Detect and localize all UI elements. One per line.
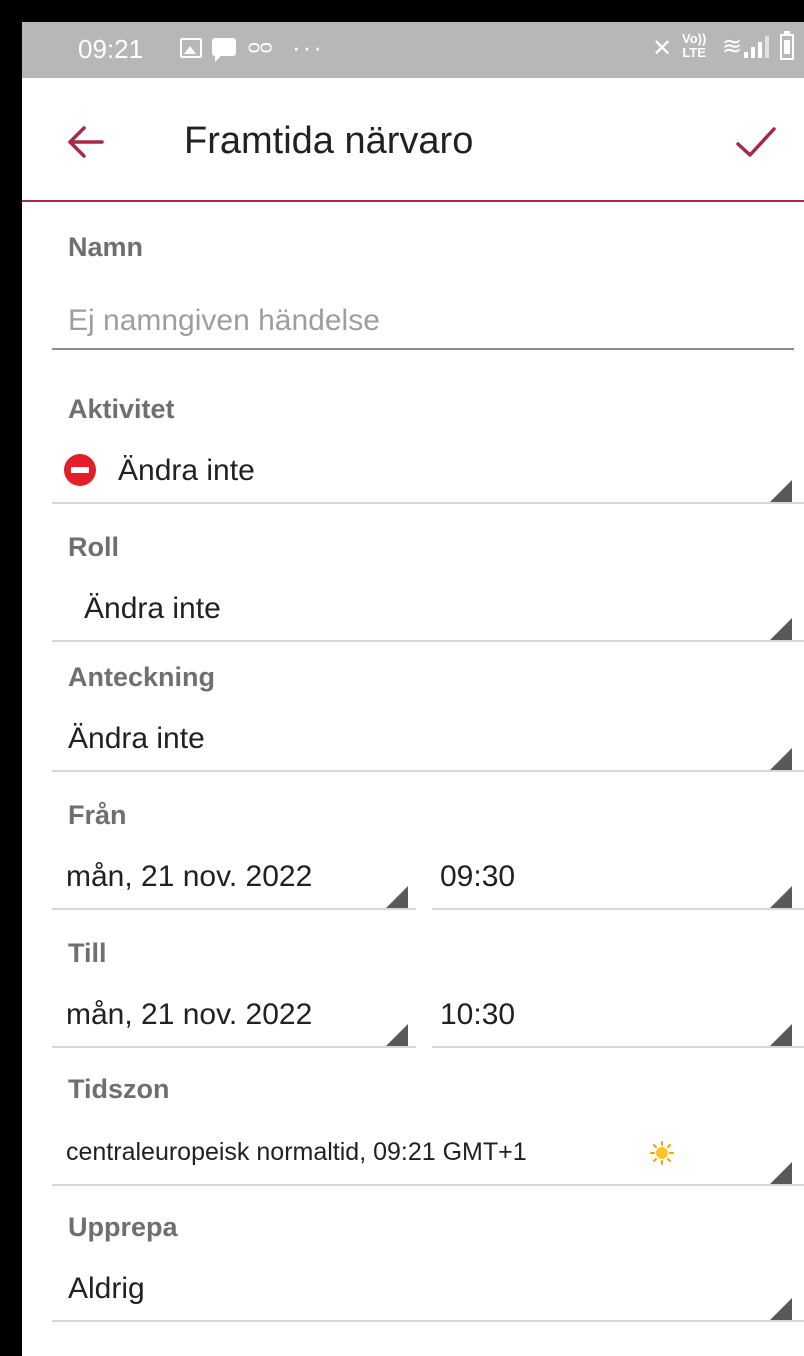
note-value: Ändra inte: [68, 722, 205, 755]
back-button[interactable]: [66, 122, 106, 162]
activity-dropdown-arrow-icon: [770, 480, 792, 502]
from-time-value: 09:30: [440, 860, 516, 893]
from-date-arrow-icon: [386, 886, 408, 908]
timezone-dropdown-arrow-icon: [770, 1162, 792, 1184]
name-placeholder: Ej namngiven händelse: [68, 304, 380, 337]
to-date-arrow-icon: [386, 1024, 408, 1046]
to-time-value: 10:30: [440, 998, 516, 1031]
timezone-label: Tidszon: [68, 1074, 170, 1104]
activity-value: Ändra inte: [118, 454, 255, 487]
from-time-arrow-icon: [770, 886, 792, 908]
chat-icon: [212, 38, 236, 62]
sun-icon: [650, 1141, 674, 1165]
timezone-underline: [52, 1184, 804, 1186]
page-title: Framtida närvaro: [184, 120, 474, 162]
repeat-underline: [52, 1320, 804, 1322]
from-date-value: mån, 21 nov. 2022: [66, 860, 313, 893]
name-label: Namn: [68, 232, 144, 262]
more-dots-icon: ···: [292, 32, 324, 62]
from-date-underline: [52, 908, 416, 910]
status-bar: 09:21 ᴑᴑ ··· ✕ Vo)) LTE ≋: [22, 22, 804, 78]
arrow-left-icon: [68, 126, 104, 158]
status-time: 09:21: [78, 34, 144, 64]
repeat-dropdown-arrow-icon: [770, 1298, 792, 1320]
to-time-arrow-icon: [770, 1024, 792, 1046]
timezone-value: centraleuropeisk normaltid, 09:21 GMT+1: [66, 1138, 527, 1166]
to-time-underline: [432, 1046, 804, 1048]
from-label: Från: [68, 800, 127, 830]
role-dropdown-arrow-icon: [770, 618, 792, 640]
volte-bottom: LTE: [682, 45, 706, 60]
repeat-label: Upprepa: [68, 1212, 178, 1242]
note-label: Anteckning: [68, 662, 216, 692]
to-label: Till: [68, 938, 107, 968]
battery-icon: [780, 31, 794, 60]
role-label: Roll: [68, 532, 119, 562]
name-underline: [52, 348, 794, 350]
role-underline: [52, 640, 804, 642]
note-dropdown-arrow-icon: [770, 748, 792, 770]
to-date-underline: [52, 1046, 416, 1048]
name-input[interactable]: Ej namngiven händelse: [52, 292, 794, 352]
voicemail-icon: ᴑᴑ: [248, 36, 273, 58]
to-date-value: mån, 21 nov. 2022: [66, 998, 313, 1031]
volte-icon: Vo)) LTE: [682, 32, 706, 60]
mute-icon: ✕: [652, 35, 673, 62]
note-underline: [52, 770, 804, 772]
repeat-dropdown[interactable]: [52, 1260, 804, 1324]
save-button[interactable]: [734, 122, 778, 162]
wifi-icon: ≋: [722, 33, 743, 60]
role-value: Ändra inte: [84, 592, 221, 625]
activity-label: Aktivitet: [68, 394, 175, 424]
activity-underline: [52, 502, 804, 504]
signal-icon: [744, 36, 772, 58]
from-time-underline: [432, 908, 804, 910]
do-not-enter-icon: [64, 454, 96, 486]
gallery-icon: [180, 38, 202, 58]
app-screen: 09:21 ᴑᴑ ··· ✕ Vo)) LTE ≋ Framtida närva…: [22, 22, 804, 1356]
app-bar: Framtida närvaro: [22, 78, 804, 202]
checkmark-icon: [736, 127, 776, 157]
repeat-value: Aldrig: [68, 1272, 145, 1305]
volte-top: Vo)): [682, 31, 707, 46]
